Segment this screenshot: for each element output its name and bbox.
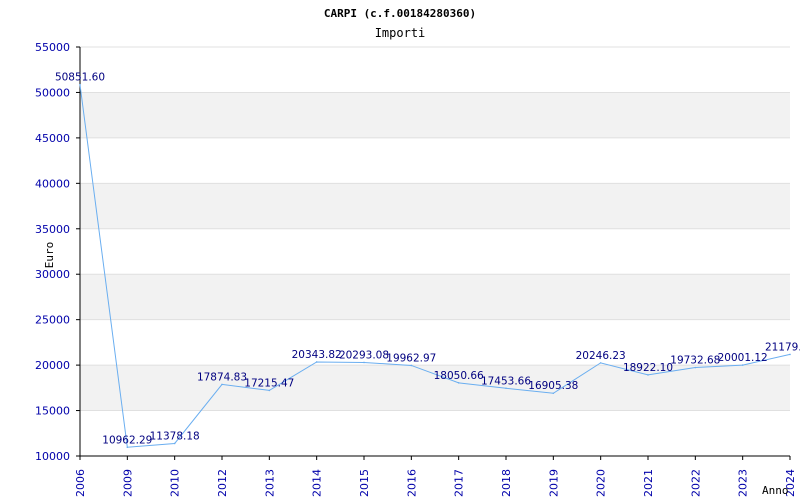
- x-tick-label: 2014: [311, 469, 324, 497]
- data-point: [268, 389, 271, 392]
- data-label: 17874.83: [197, 371, 247, 383]
- y-tick-label: 35000: [35, 223, 70, 236]
- data-label: 50851.60: [55, 72, 105, 84]
- x-tick-label: 2022: [689, 469, 702, 497]
- y-tick-label: 10000: [35, 450, 70, 463]
- data-label: 16905.38: [528, 380, 578, 392]
- x-tick-labels: 2006 2009 2010 2012 2013 2014 2015 2016 2017 2018…: [74, 469, 797, 497]
- data-point: [221, 383, 223, 386]
- y-tick-label: 45000: [35, 132, 70, 145]
- y-tick-label: 50000: [35, 86, 70, 99]
- grid-band: [80, 274, 790, 320]
- data-point: [126, 446, 129, 449]
- x-tick-label: 2023: [737, 469, 750, 497]
- data-point: [410, 364, 413, 367]
- data-point: [457, 382, 460, 384]
- data-label: 11378.18: [150, 430, 200, 442]
- y-tick-label: 15000: [35, 405, 70, 418]
- data-label: 10962.29: [102, 434, 152, 446]
- x-tick-label: 2012: [216, 469, 229, 497]
- data-point: [363, 361, 365, 364]
- grid-bands: [80, 46, 790, 457]
- data-label: 20343.82: [292, 349, 342, 361]
- x-axis-label: Anno: [762, 484, 789, 497]
- y-axis-label: Euro: [43, 242, 56, 269]
- x-tick-label: 2006: [74, 469, 87, 497]
- chart-subtitle: Importi: [375, 26, 426, 40]
- data-label: 19732.68: [670, 355, 720, 367]
- x-tick-label: 2017: [453, 469, 466, 497]
- y-tick-label: 55000: [35, 41, 70, 54]
- data-label: 17215.47: [244, 377, 294, 389]
- data-label: 20001.12: [718, 352, 768, 364]
- data-label: 20246.23: [576, 350, 626, 362]
- data-label: 17453.66: [481, 375, 531, 387]
- x-tick-label: 2019: [547, 469, 560, 497]
- y-tick-label: 25000: [35, 314, 70, 327]
- data-point: [789, 353, 791, 356]
- data-label: 18050.66: [434, 370, 484, 382]
- data-point: [505, 387, 507, 390]
- grid-band: [80, 183, 790, 229]
- data-label: 19962.97: [386, 352, 436, 364]
- data-point: [694, 366, 697, 369]
- data-label: 18922.10: [623, 362, 673, 374]
- grid-band: [80, 92, 790, 138]
- x-tick-label: 2016: [405, 469, 418, 497]
- data-point: [647, 374, 649, 376]
- data-label: 20293.08: [339, 349, 389, 361]
- data-point: [173, 442, 176, 445]
- grid-band: [80, 137, 790, 184]
- x-tick-label: 2018: [500, 469, 513, 497]
- data-point: [315, 361, 318, 363]
- line-chart: 10000 15000 20000 25000 30000 35000 40000 45000…: [35, 7, 800, 497]
- grid-band: [80, 47, 790, 93]
- x-tick-label: 2013: [263, 469, 276, 497]
- grid-band: [80, 228, 790, 275]
- chart-title: CARPI (c.f.00184280360): [324, 7, 476, 20]
- data-point: [79, 83, 81, 86]
- x-tick-label: 2010: [169, 469, 182, 497]
- y-tick-label: 30000: [35, 268, 70, 281]
- data-point: [599, 362, 602, 364]
- x-tick-label: 2015: [358, 469, 371, 497]
- x-tick-label: 2009: [121, 469, 134, 497]
- data-label: 21179.63: [765, 341, 800, 353]
- data-point: [552, 392, 555, 395]
- data-point: [741, 364, 744, 366]
- y-tick-label: 20000: [35, 359, 70, 372]
- x-tick-label: 2020: [595, 469, 608, 497]
- x-tick-label: 2021: [642, 469, 655, 497]
- y-tick-label: 40000: [35, 177, 70, 190]
